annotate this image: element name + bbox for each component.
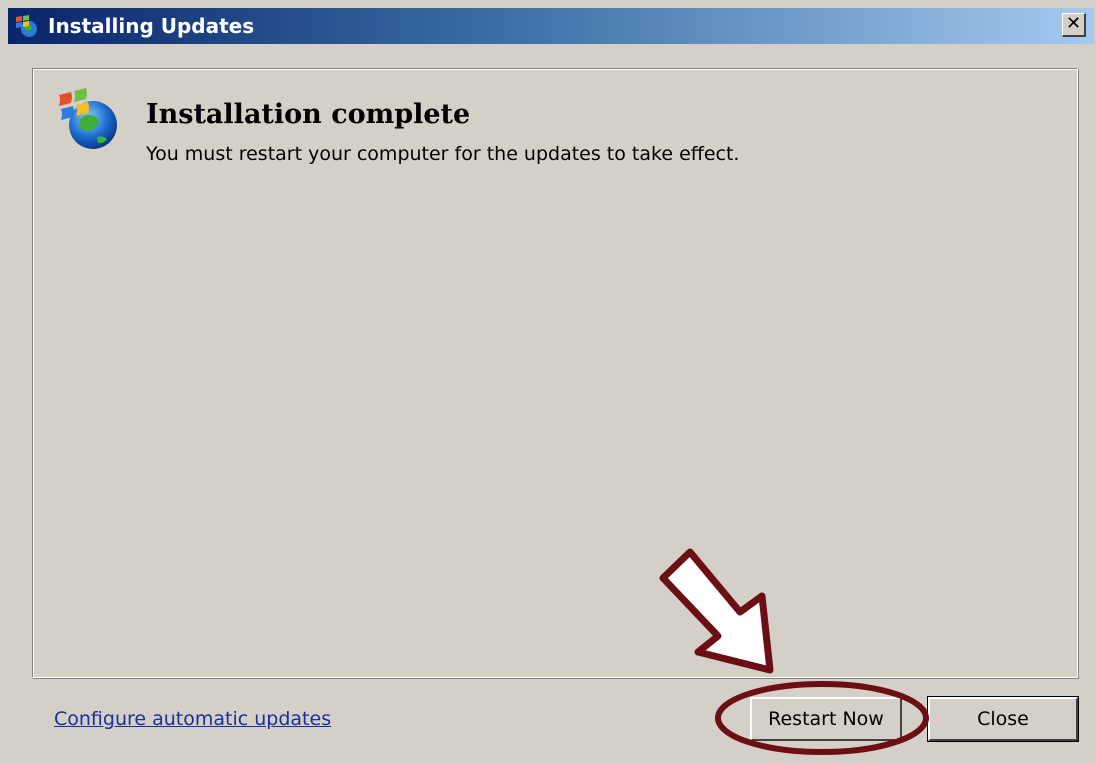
close-icon[interactable]: ✕: [1062, 13, 1086, 37]
configure-automatic-updates-link[interactable]: Configure automatic updates: [54, 706, 331, 732]
window-title: Installing Updates: [48, 14, 255, 38]
restart-message: You must restart your computer for the u…: [146, 143, 740, 165]
title-bar[interactable]: Installing Updates ✕: [8, 8, 1094, 44]
close-button[interactable]: Close: [927, 696, 1079, 742]
content-panel: Installation complete You must restart y…: [32, 68, 1078, 678]
windows-update-globe-icon: [59, 88, 117, 149]
windows-update-icon: [16, 15, 37, 37]
restart-now-button[interactable]: Restart Now: [750, 697, 902, 741]
heading: Installation complete: [146, 99, 471, 130]
installing-updates-dialog: Installing Updates ✕ Installation comple…: [0, 0, 1096, 763]
